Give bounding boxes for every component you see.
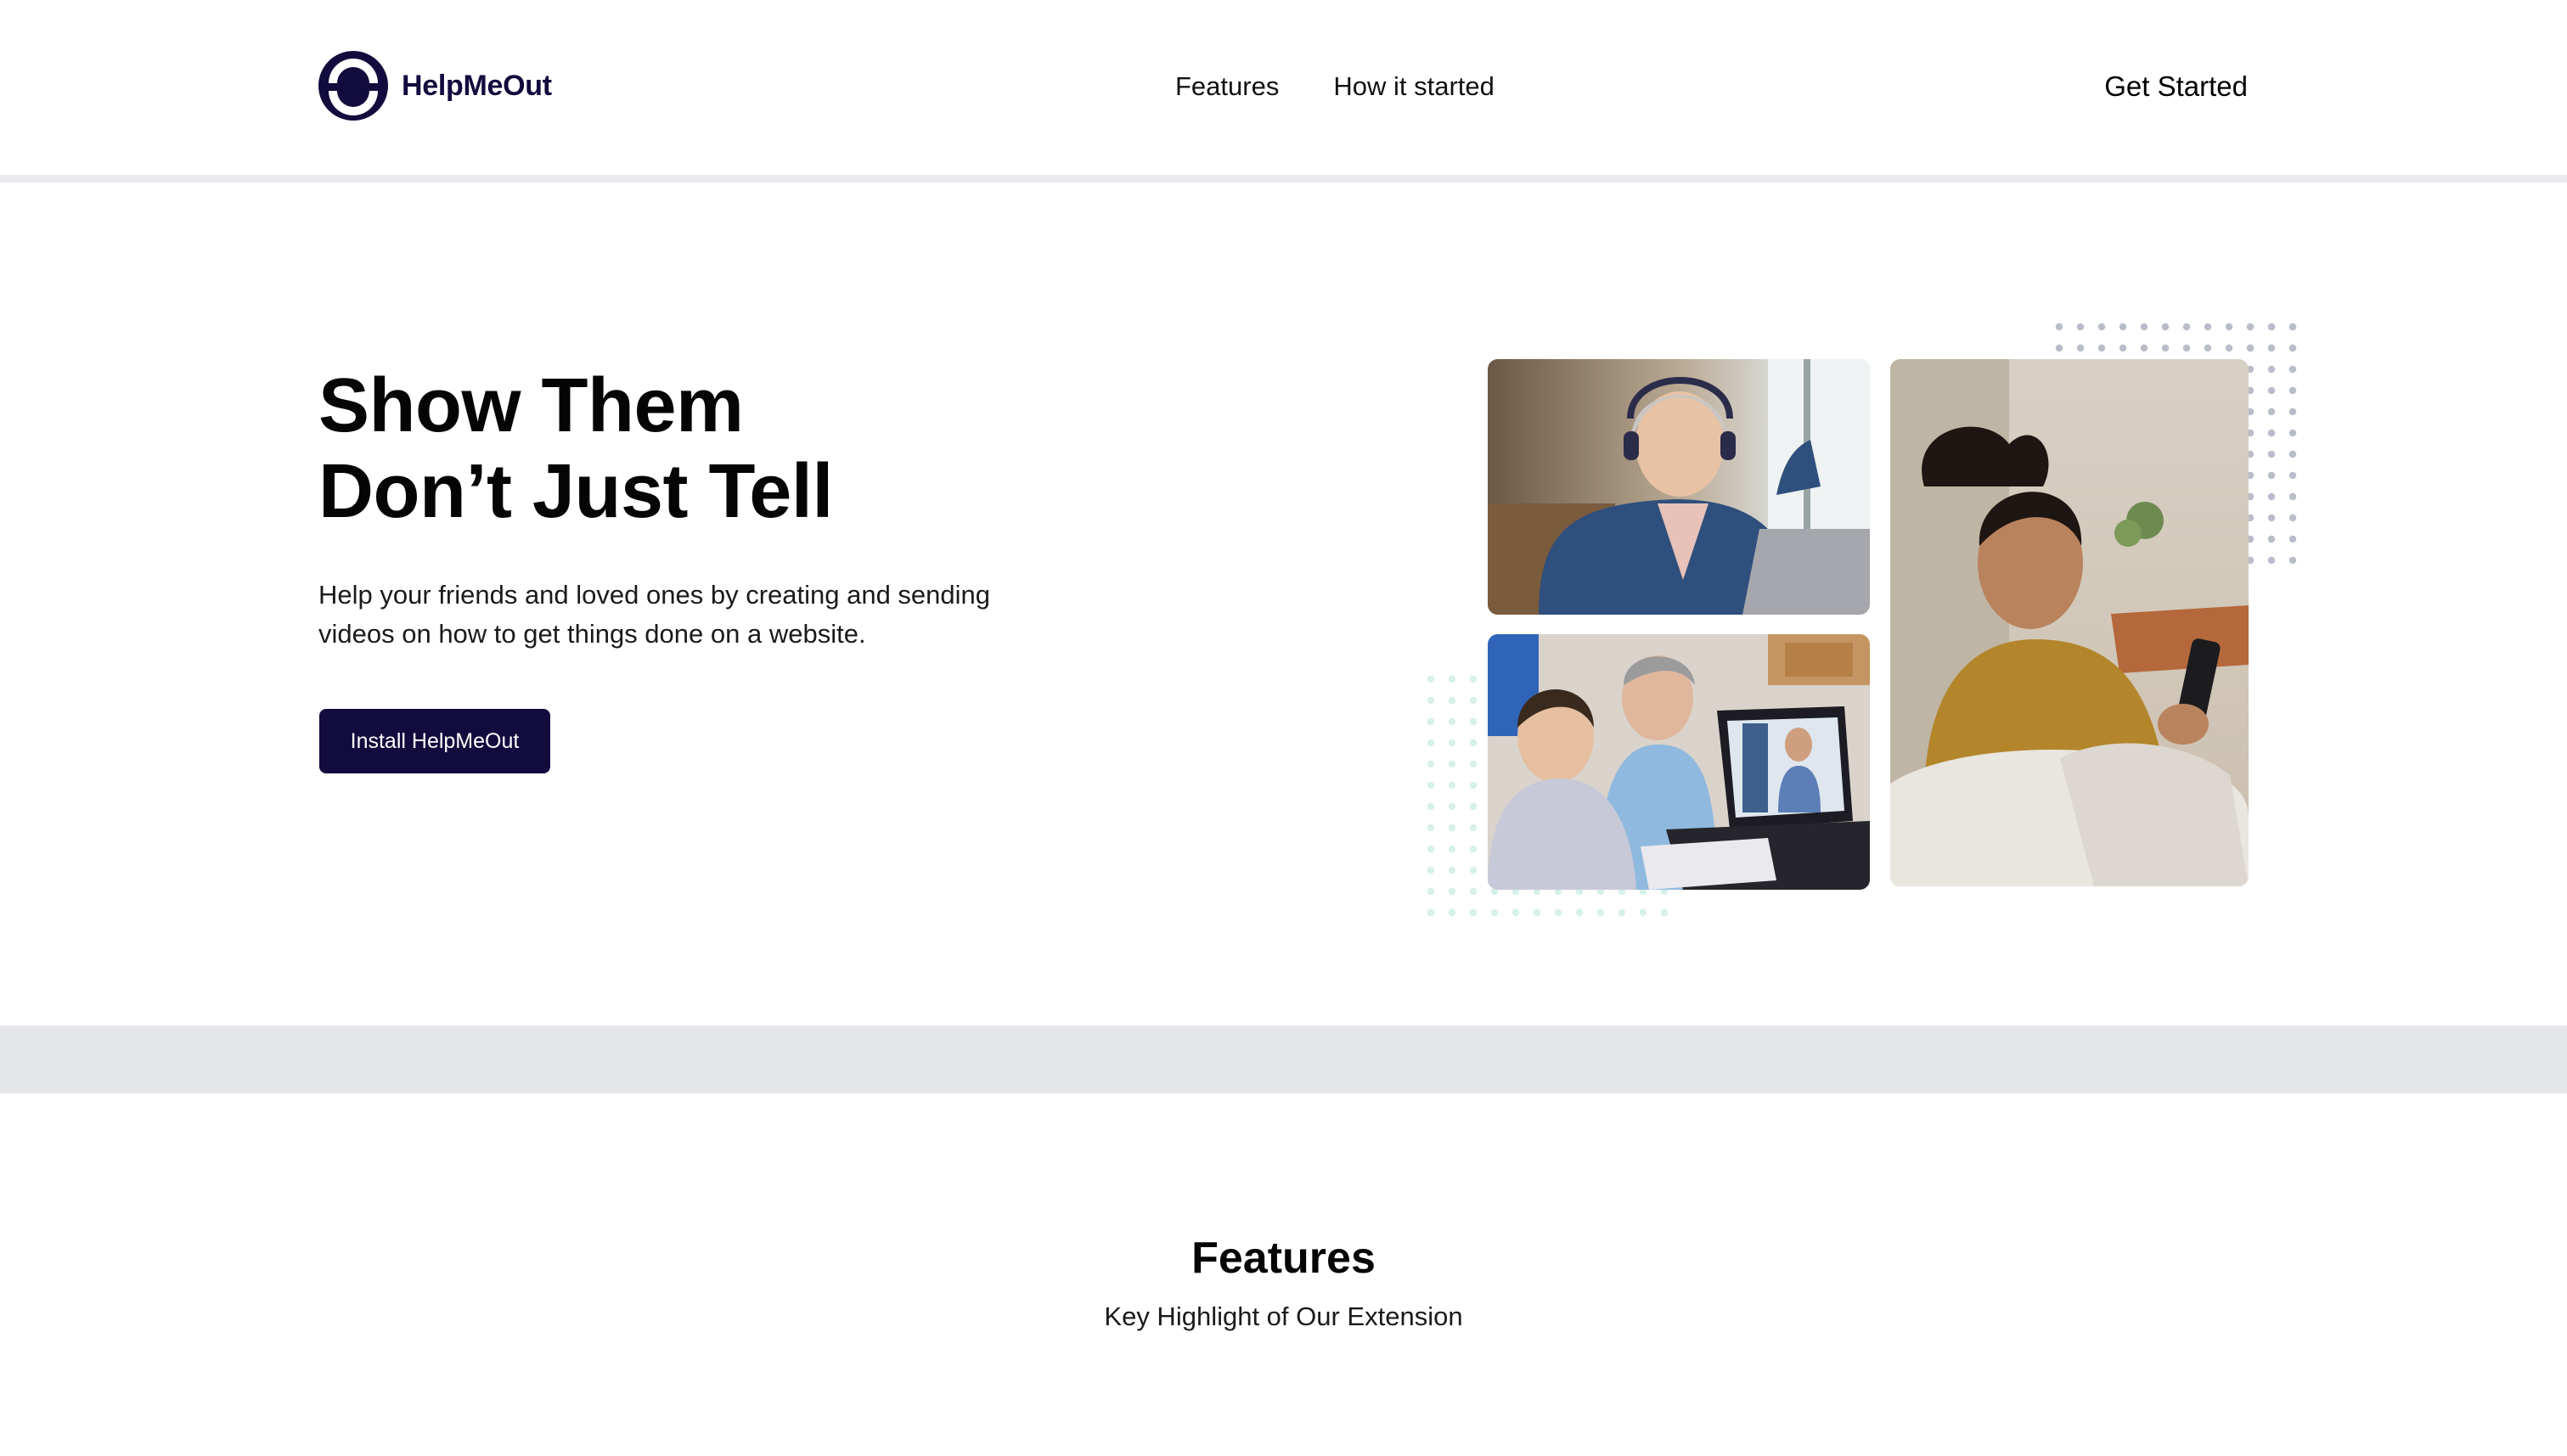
hero-title: Show Them Don’t Just Tell [318,363,833,535]
woman-smiling-at-phone-photo [1890,359,2249,886]
main-nav: Features How it started [1175,70,1549,104]
logo-mark-icon [318,51,388,121]
install-button[interactable]: Install HelpMeOut [319,709,550,773]
section-divider-band [0,1026,2567,1093]
nav-link-features[interactable]: Features [1175,70,1279,104]
site-header: HelpMeOut Features How it started Get St… [0,0,2567,183]
get-started-link[interactable]: Get Started [2104,68,2248,105]
brand-logo[interactable]: HelpMeOut [318,51,552,121]
features-heading: Features [1191,1234,1376,1283]
woman-with-headphones-laptop-photo [1488,359,1870,615]
hero-subtitle: Help your friends and loved ones by crea… [318,580,991,649]
hero-title-line-2: Don’t Just Tell [318,449,833,534]
man-and-boy-video-call-photo [1488,634,1870,890]
brand-name: HelpMeOut [402,69,552,102]
nav-link-how-it-started[interactable]: How it started [1333,70,1495,104]
features-subtitle: Key Highlight of Our Extension [1104,1301,1463,1331]
hero-title-line-1: Show Them [318,363,744,448]
